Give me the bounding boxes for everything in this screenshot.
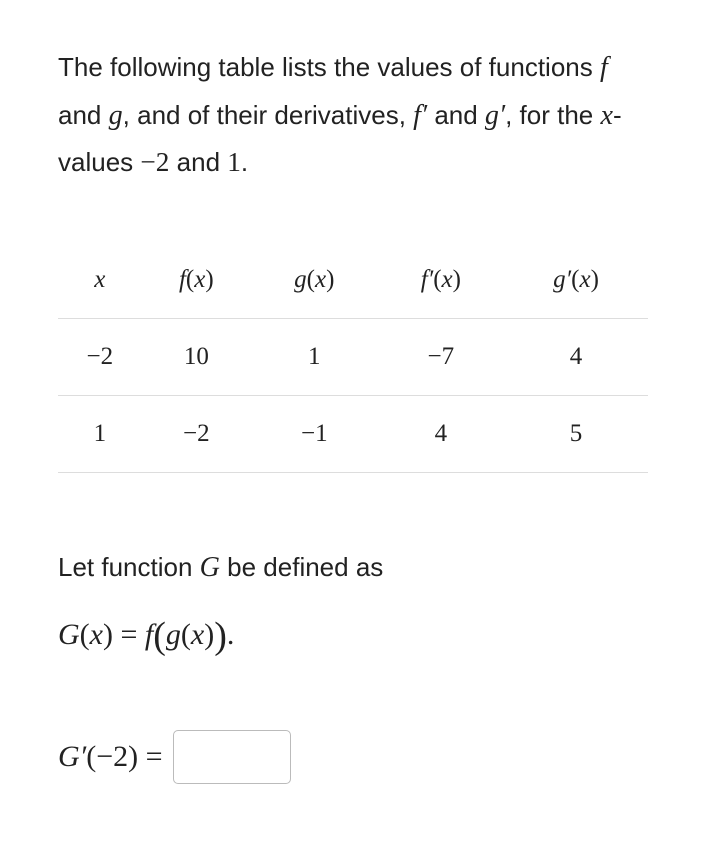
- cell-fx: 10: [142, 318, 251, 395]
- answer-input[interactable]: [173, 730, 291, 784]
- symbol-g: g: [109, 100, 123, 131]
- cell-fpx: −7: [378, 318, 504, 395]
- cell-gx: 1: [251, 318, 378, 395]
- answer-expression: G′(−2) =: [58, 730, 648, 784]
- cell-x: 1: [58, 395, 142, 472]
- col-header-fx: f(x): [142, 242, 251, 319]
- col-header-x: x: [58, 242, 142, 319]
- table-row: −2 10 1 −7 4: [58, 318, 648, 395]
- col-header-gx: g(x): [251, 242, 378, 319]
- answer-lhs: G′(−2) =: [58, 740, 163, 774]
- symbol-f-prime: f′: [413, 100, 427, 131]
- value-one: 1: [227, 147, 241, 177]
- symbol-g-prime: g′: [485, 100, 505, 131]
- col-header-gpx: g′(x): [504, 242, 648, 319]
- values-table: x f(x) g(x) f′(x) g′(x) −2 10 1 −7 4 1 −…: [58, 242, 648, 473]
- cell-gpx: 4: [504, 318, 648, 395]
- cell-fx: −2: [142, 395, 251, 472]
- cell-gx: −1: [251, 395, 378, 472]
- definition-formula: G(x) = f(g(x)).: [58, 600, 648, 672]
- symbol-f: f: [600, 52, 608, 83]
- cell-gpx: 5: [504, 395, 648, 472]
- intro-text: The following table lists the values of …: [58, 44, 648, 186]
- symbol-big-g: G: [200, 552, 220, 583]
- table-row: 1 −2 −1 4 5: [58, 395, 648, 472]
- definition-text: Let function G be defined as G(x) = f(g(…: [58, 541, 648, 673]
- cell-x: −2: [58, 318, 142, 395]
- symbol-x: x: [601, 100, 613, 131]
- cell-fpx: 4: [378, 395, 504, 472]
- col-header-fpx: f′(x): [378, 242, 504, 319]
- value-neg2: −2: [140, 147, 169, 177]
